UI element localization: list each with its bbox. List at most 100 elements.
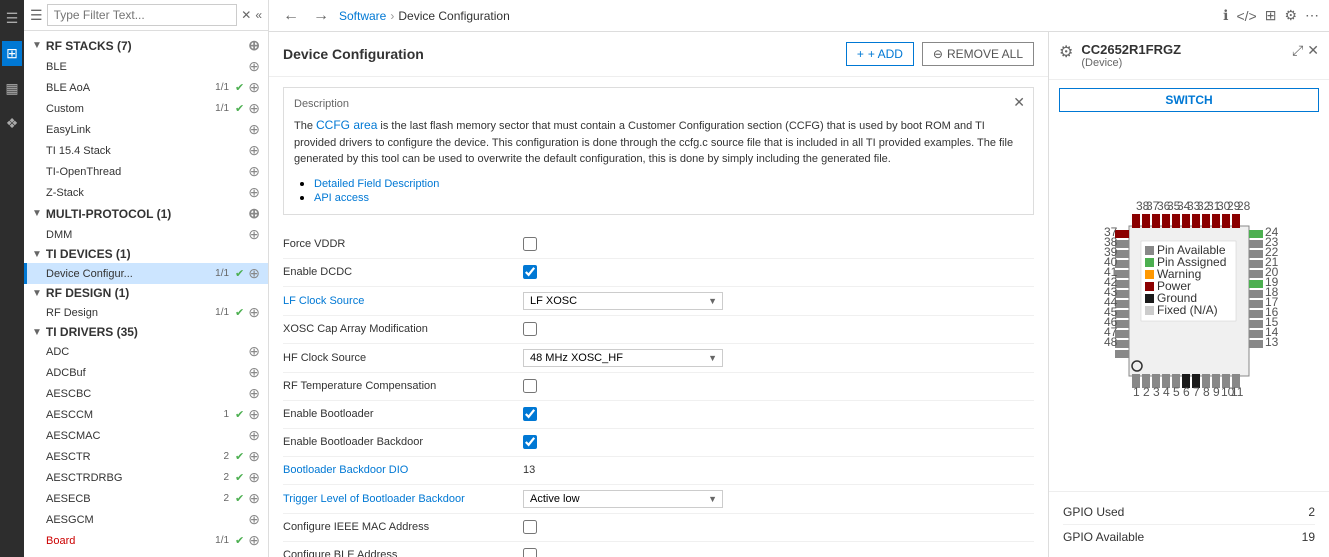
collapse-icon[interactable]: « [255, 8, 262, 22]
tree-group-label-ti-devices[interactable]: ▼ TI DEVICES (1) [24, 245, 268, 263]
close-description-icon[interactable]: ✕ [1013, 94, 1025, 111]
sidebar-item-custom[interactable]: Custom 1/1 ✔ ⊕ [24, 98, 268, 119]
checkbox-bootloader-backdoor[interactable] [523, 435, 537, 449]
add-zstack-icon[interactable]: ⊕ [248, 184, 260, 201]
description-title: Description [294, 98, 1023, 110]
sidebar-item-ti154[interactable]: TI 15.4 Stack ⊕ [24, 140, 268, 161]
select-hf-clock[interactable]: 48 MHz XOSC_HF 48 MHz RCOSC_HF [523, 349, 723, 367]
back-button[interactable]: ← [279, 7, 303, 25]
label-backdoor-dio: Bootloader Backdoor DIO [283, 464, 523, 476]
grid-icon[interactable]: ⊞ [1265, 7, 1277, 24]
add-adc-icon[interactable]: ⊕ [248, 343, 260, 360]
api-access-link[interactable]: API access [314, 192, 369, 204]
label-xosc-cap: XOSC Cap Array Modification [283, 323, 523, 335]
toggle-sidebar-icon[interactable]: ☰ [30, 7, 43, 24]
add-ble-icon[interactable]: ⊕ [248, 58, 260, 75]
checkbox-force-vddr[interactable] [523, 237, 537, 251]
chip-svg: 38 37 36 35 34 33 32 31 30 29 28 [1069, 196, 1309, 416]
sidebar-item-rf-design[interactable]: RF Design 1/1 ✔ ⊕ [24, 302, 268, 323]
add-aesctr-icon[interactable]: ⊕ [248, 448, 260, 465]
add-openthread-icon[interactable]: ⊕ [248, 163, 260, 180]
clear-filter-icon[interactable]: ✕ [241, 8, 251, 22]
component-icon[interactable]: ❖ [2, 111, 23, 136]
tree-group-label-rf-stacks[interactable]: ▼ RF STACKS (7) ⊕ [24, 35, 268, 56]
sidebar-item-board[interactable]: Board 1/1 ✔ ⊕ [24, 530, 268, 551]
breadcrumb-sep: › [390, 9, 394, 23]
sidebar-item-ble[interactable]: BLE ⊕ [24, 56, 268, 77]
select-lf-clock[interactable]: LF XOSC LF RCOSC External LF clock [523, 292, 723, 310]
value-ieee-mac [523, 520, 1034, 534]
svg-text:13: 13 [1265, 335, 1279, 349]
add-adcbuf-icon[interactable]: ⊕ [248, 364, 260, 381]
add-dmm-icon[interactable]: ⊕ [248, 226, 260, 243]
add-multi-icon[interactable]: ⊕ [248, 205, 260, 222]
sidebar-item-device-config[interactable]: Device Configur... 1/1 ✔ ⊕ [24, 263, 268, 284]
add-label: + ADD [868, 47, 903, 61]
label-bootloader: Enable Bootloader [283, 408, 523, 420]
checkbox-enable-dcdc[interactable] [523, 265, 537, 279]
close-panel-button[interactable]: ✕ [1307, 42, 1319, 59]
checkbox-ble-address[interactable] [523, 548, 537, 557]
sidebar-item-aescmac[interactable]: AESCMAC ⊕ [24, 425, 268, 446]
add-ble-aoa-icon[interactable]: ⊕ [248, 79, 260, 96]
sidebar-item-aesecb[interactable]: AESECB 2 ✔ ⊕ [24, 488, 268, 509]
add-aescbc-icon[interactable]: ⊕ [248, 385, 260, 402]
svg-text:4: 4 [1163, 385, 1170, 399]
add-aescmac-icon[interactable]: ⊕ [248, 427, 260, 444]
sidebar-item-aescbc[interactable]: AESCBC ⊕ [24, 383, 268, 404]
layers-icon[interactable]: ⊞ [2, 41, 22, 66]
expand-panel-button[interactable]: ⤢ [1292, 42, 1303, 59]
sidebar-item-aesctr[interactable]: AESCTR 2 ✔ ⊕ [24, 446, 268, 467]
ccfg-link[interactable]: CCFG area [316, 118, 377, 132]
switch-button[interactable]: SWITCH [1059, 88, 1319, 112]
filter-input[interactable] [47, 4, 238, 26]
sidebar-item-easylink[interactable]: EasyLink ⊕ [24, 119, 268, 140]
settings-icon[interactable]: ⚙ [1284, 7, 1297, 24]
add-button[interactable]: + + ADD [846, 42, 914, 66]
menu-icon[interactable]: ☰ [2, 6, 23, 31]
add-rf-stacks-icon[interactable]: ⊕ [248, 37, 260, 54]
forward-button[interactable]: → [309, 7, 333, 25]
tree-group-label-multi[interactable]: ▼ MULTI-PROTOCOL (1) ⊕ [24, 203, 268, 224]
sidebar-item-ble-aoa[interactable]: BLE AoA 1/1 ✔ ⊕ [24, 77, 268, 98]
more-icon[interactable]: ⋯ [1305, 7, 1319, 24]
sidebar-item-aesccm[interactable]: AESCCM 1 ✔ ⊕ [24, 404, 268, 425]
code-icon[interactable]: </> [1236, 8, 1256, 24]
add-aesecb-icon[interactable]: ⊕ [248, 490, 260, 507]
add-aesgcm-icon[interactable]: ⊕ [248, 511, 260, 528]
checkbox-bootloader[interactable] [523, 407, 537, 421]
sidebar-item-aesgcm[interactable]: AESGCM ⊕ [24, 509, 268, 530]
sidebar-item-ti-openthread[interactable]: TI-OpenThread ⊕ [24, 161, 268, 182]
table-icon[interactable]: ▦ [1, 76, 22, 101]
add-board-icon[interactable]: ⊕ [248, 532, 260, 549]
add-custom-icon[interactable]: ⊕ [248, 100, 260, 117]
add-ti154-icon[interactable]: ⊕ [248, 142, 260, 159]
sidebar-item-dmm[interactable]: DMM ⊕ [24, 224, 268, 245]
checkbox-xosc-cap[interactable] [523, 322, 537, 336]
tree-group-label-rf-design[interactable]: ▼ RF DESIGN (1) [24, 284, 268, 302]
breadcrumb-software[interactable]: Software [339, 9, 386, 23]
chip-diagram: 38 37 36 35 34 33 32 31 30 29 28 [1049, 120, 1329, 491]
add-rf-design-icon[interactable]: ⊕ [248, 304, 260, 321]
sidebar-item-aesctrdrbg[interactable]: AESCTRDRBG 2 ✔ ⊕ [24, 467, 268, 488]
sidebar-item-dac[interactable]: DAC ⊕ [24, 551, 268, 557]
detailed-field-link[interactable]: Detailed Field Description [314, 178, 439, 190]
checkbox-ieee-mac[interactable] [523, 520, 537, 534]
remove-all-button[interactable]: ⊖ REMOVE ALL [922, 42, 1034, 66]
gpio-used-row: GPIO Used 2 [1063, 500, 1315, 525]
sidebar-item-adcbuf[interactable]: ADCBuf ⊕ [24, 362, 268, 383]
tree-group-label-ti-drivers[interactable]: ▼ TI DRIVERS (35) [24, 323, 268, 341]
checkbox-rf-temp[interactable] [523, 379, 537, 393]
sidebar-item-zstack[interactable]: Z-Stack ⊕ [24, 182, 268, 203]
panel-controls: ⤢ ✕ [1292, 42, 1319, 59]
add-easylink-icon[interactable]: ⊕ [248, 121, 260, 138]
sidebar-item-adc[interactable]: ADC ⊕ [24, 341, 268, 362]
info-icon[interactable]: ℹ [1223, 7, 1228, 24]
add-device-icon[interactable]: ⊕ [248, 265, 260, 282]
add-dac-icon[interactable]: ⊕ [248, 553, 260, 557]
remove-icon: ⊖ [933, 47, 943, 61]
add-aesccm-icon[interactable]: ⊕ [248, 406, 260, 423]
add-aesctrdrbg-icon[interactable]: ⊕ [248, 469, 260, 486]
select-trigger-level[interactable]: Active low Active high [523, 490, 723, 508]
check-icon: ✔ [235, 306, 244, 319]
